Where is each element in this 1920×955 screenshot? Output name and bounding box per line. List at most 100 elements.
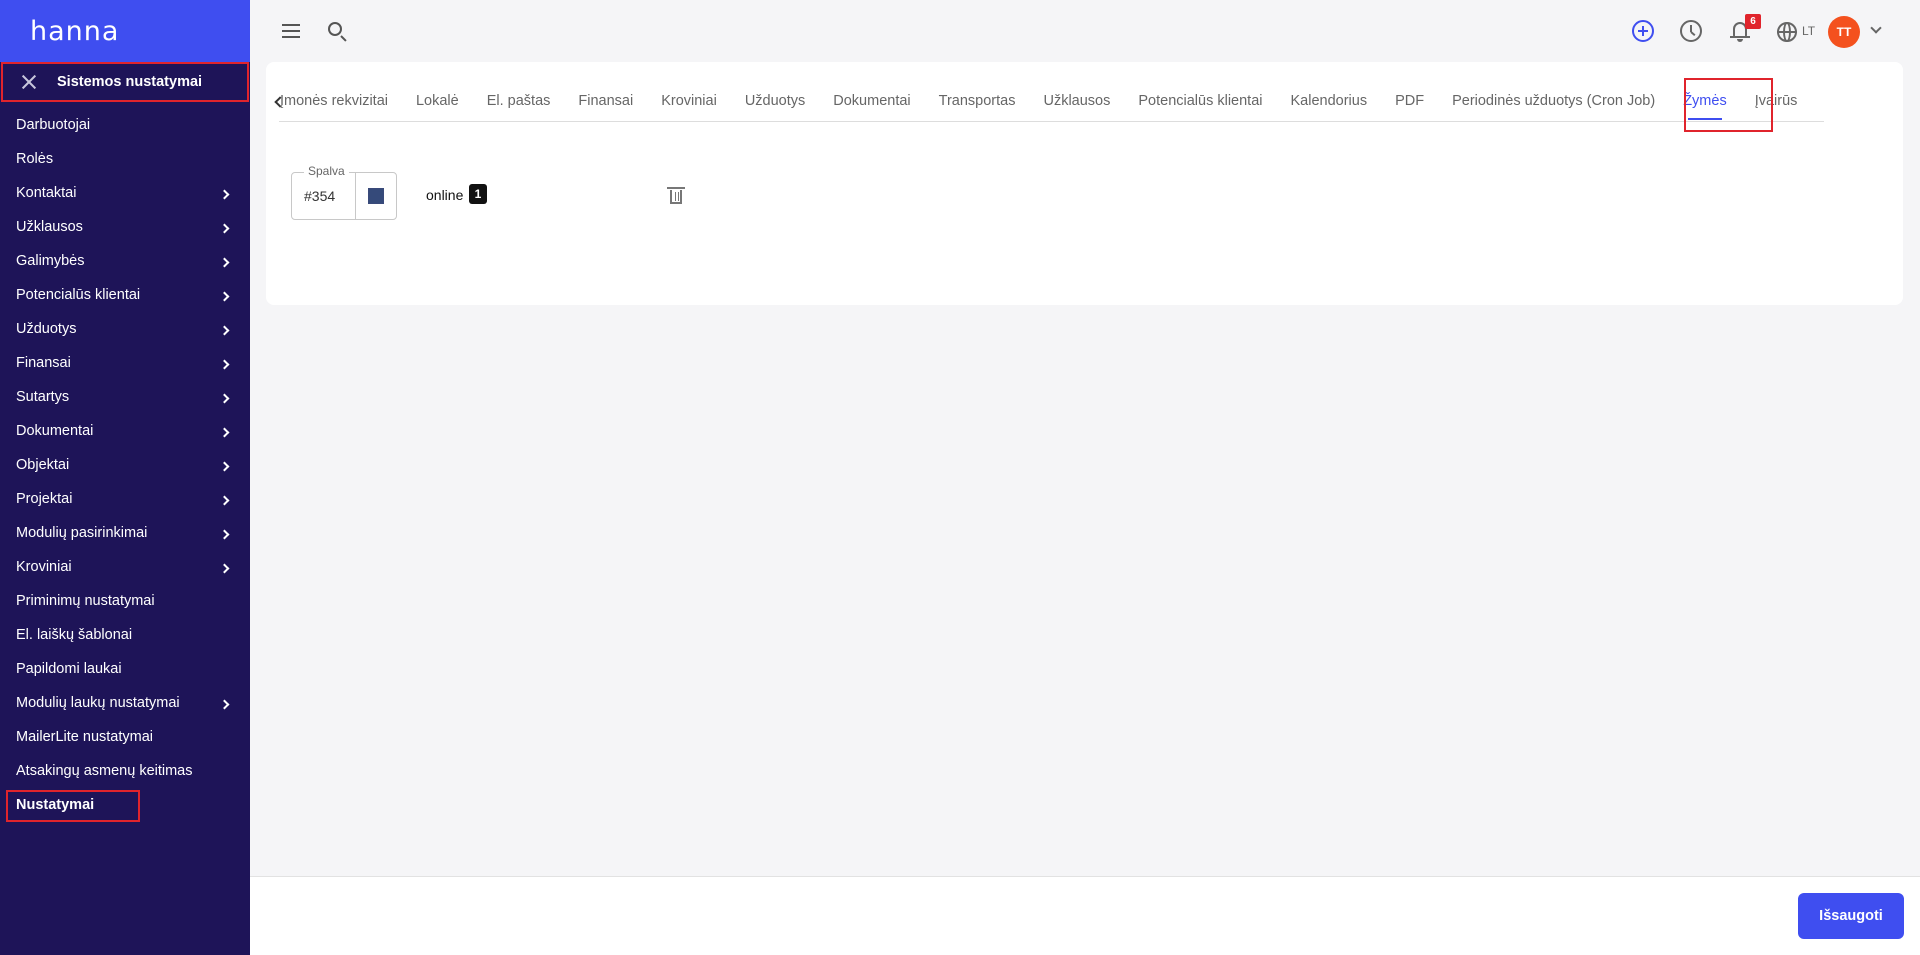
- sidebar-item-label: Galimybės: [16, 253, 85, 269]
- sidebar-item[interactable]: Užduotys: [0, 312, 250, 346]
- sidebar-item[interactable]: Priminimų nustatymai: [0, 584, 250, 618]
- menu-icon[interactable]: [282, 24, 300, 38]
- chevron-right-icon: [219, 393, 230, 403]
- tab[interactable]: Lokalė: [402, 81, 473, 121]
- sidebar-item[interactable]: Užklausos: [0, 210, 250, 244]
- chevron-right-icon: [219, 291, 230, 301]
- sidebar-item[interactable]: Potencialūs klientai: [0, 278, 250, 312]
- sidebar-item-label: Kontaktai: [16, 185, 77, 201]
- close-icon[interactable]: [19, 72, 39, 92]
- sidebar-item-label: El. laiškų šablonai: [16, 627, 133, 643]
- sidebar-item-label: MailerLite nustatymai: [16, 729, 153, 745]
- sidebar-item-label: Užklausos: [16, 219, 83, 235]
- tab[interactable]: El. paštas: [473, 81, 565, 121]
- tab[interactable]: Užklausos: [1029, 81, 1124, 121]
- sidebar: hanna Sistemos nustatymai Darbuotojai Rol…: [0, 0, 250, 955]
- tab[interactable]: Kroviniai: [647, 81, 731, 121]
- tab[interactable]: Įvairūs: [1741, 81, 1812, 121]
- avatar[interactable]: TT: [1828, 16, 1860, 48]
- tab[interactable]: Finansai: [564, 81, 647, 121]
- chevron-right-icon: [219, 325, 230, 335]
- chevron-right-icon: [219, 563, 230, 573]
- color-field-label: Spalva: [304, 164, 349, 178]
- sidebar-item[interactable]: Objektai: [0, 448, 250, 482]
- settings-card: Įmonės rekvizitai Lokalė El. paštas Finansa…: [266, 62, 1903, 305]
- color-field: Spalva #354: [291, 164, 397, 220]
- sidebar-item-label: Rolės: [16, 151, 54, 167]
- sidebar-item[interactable]: Dokumentai: [0, 414, 250, 448]
- chevron-right-icon: [219, 495, 230, 505]
- chevron-right-icon: [219, 257, 230, 267]
- sidebar-item-label: Potencialūs klientai: [16, 287, 141, 303]
- sidebar-item[interactable]: Darbuotojai: [0, 108, 250, 142]
- trash-icon[interactable]: [667, 187, 685, 204]
- sidebar-item[interactable]: Papildomi laukai: [0, 652, 250, 686]
- system-settings-header: Sistemos nustatymai: [1, 62, 249, 102]
- sidebar-item[interactable]: Rolės: [0, 142, 250, 176]
- sidebar-item-label: Dokumentai: [16, 423, 94, 439]
- sidebar-item[interactable]: Kroviniai: [0, 550, 250, 584]
- tab[interactable]: PDF: [1381, 81, 1438, 121]
- sidebar-item[interactable]: Modulių pasirinkimai: [0, 516, 250, 550]
- sidebar-item-label: Modulių laukų nustatymai: [16, 695, 180, 711]
- tag-count-badge: 1: [469, 184, 487, 204]
- save-button[interactable]: Išsaugoti: [1798, 893, 1904, 939]
- chevron-right-icon: [219, 529, 230, 539]
- tab[interactable]: Įmonės rekvizitai: [279, 81, 402, 121]
- sidebar-item[interactable]: Finansai: [0, 346, 250, 380]
- sidebar-item-label: Objektai: [16, 457, 70, 473]
- logo-bar: hanna: [0, 0, 250, 62]
- sidebar-item-label: Atsakingų asmenų keitimas: [16, 763, 193, 779]
- search-icon[interactable]: [328, 22, 342, 36]
- sidebar-item[interactable]: Galimybės: [0, 244, 250, 278]
- sidebar-item[interactable]: El. laiškų šablonai: [0, 618, 250, 652]
- sidebar-item-label: Kroviniai: [16, 559, 72, 575]
- chevron-right-icon: [219, 223, 230, 233]
- sidebar-item-label: Nustatymai: [16, 797, 95, 813]
- tab[interactable]: Transportas: [925, 81, 1030, 121]
- sidebar-item[interactable]: Nustatymai: [0, 788, 250, 822]
- tab[interactable]: Žymės: [1669, 81, 1741, 121]
- color-swatch[interactable]: [368, 188, 384, 204]
- tab[interactable]: Potencialūs klientai: [1124, 81, 1276, 121]
- tab[interactable]: Periodinės užduotys (Cron Job): [1438, 81, 1669, 121]
- sidebar-item[interactable]: Projektai: [0, 482, 250, 516]
- sidebar-item[interactable]: MailerLite nustatymai: [0, 720, 250, 754]
- chevron-right-icon: [219, 699, 230, 709]
- clock-icon[interactable]: [1680, 20, 1702, 42]
- chevron-right-icon: [219, 359, 230, 369]
- globe-icon[interactable]: [1777, 22, 1797, 42]
- chevron-right-icon: [219, 461, 230, 471]
- sidebar-item-label: Projektai: [16, 491, 73, 507]
- tab[interactable]: Užduotys: [731, 81, 819, 121]
- language-label[interactable]: LT: [1802, 24, 1815, 38]
- sidebar-item[interactable]: Modulių laukų nustatymai: [0, 686, 250, 720]
- sidebar-item[interactable]: Kontaktai: [0, 176, 250, 210]
- sidebar-menu: Darbuotojai Rolės Kontaktai Užklausos Galimy…: [0, 108, 250, 822]
- tab[interactable]: Dokumentai: [819, 81, 924, 121]
- sidebar-item-label: Sutartys: [16, 389, 70, 405]
- topbar: 6 LT TT: [250, 0, 1920, 62]
- color-input[interactable]: #354: [304, 188, 352, 204]
- footer-bar: Išsaugoti: [250, 876, 1920, 955]
- add-icon[interactable]: [1632, 20, 1654, 42]
- color-field-divider: [355, 173, 356, 219]
- hanna-logo[interactable]: hanna: [30, 16, 119, 47]
- sidebar-item[interactable]: Atsakingų asmenų keitimas: [0, 754, 250, 788]
- chevron-right-icon: [219, 427, 230, 437]
- sidebar-item-label: Priminimų nustatymai: [16, 593, 155, 609]
- tab[interactable]: Kalendorius: [1277, 81, 1382, 121]
- sidebar-item-label: Papildomi laukai: [16, 661, 122, 677]
- sidebar-item[interactable]: Sutartys: [0, 380, 250, 414]
- sidebar-item-label: Darbuotojai: [16, 117, 91, 133]
- tabs-viewport: Įmonės rekvizitai Lokalė El. paštas Finansa…: [279, 62, 1824, 122]
- sidebar-item-label: Užduotys: [16, 321, 77, 337]
- tabs-bar: Įmonės rekvizitai Lokalė El. paštas Finansa…: [279, 62, 1812, 121]
- chevron-down-icon[interactable]: [1870, 22, 1882, 34]
- notification-badge: 6: [1745, 14, 1761, 29]
- tag-name: online: [426, 187, 464, 203]
- sidebar-item-label: Finansai: [16, 355, 71, 371]
- chevron-right-icon: [219, 189, 230, 199]
- sidebar-item-label: Modulių pasirinkimai: [16, 525, 148, 541]
- system-settings-title: Sistemos nustatymai: [57, 74, 203, 90]
